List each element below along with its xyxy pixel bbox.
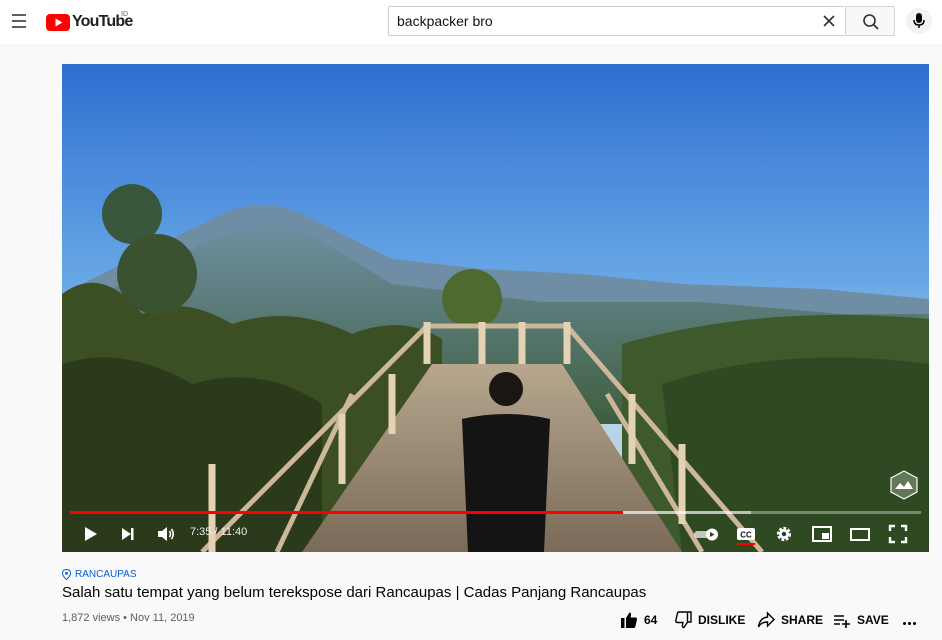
autoplay-toggle[interactable] [692, 522, 722, 546]
progress-bar[interactable] [70, 511, 921, 514]
autoplay-toggle-icon [694, 528, 718, 541]
next-icon [122, 528, 134, 540]
mic-icon [913, 13, 925, 28]
save-button[interactable]: SAVE [833, 608, 889, 632]
share-button[interactable]: SHARE [757, 608, 823, 632]
play-button[interactable] [78, 522, 104, 546]
search-input[interactable] [389, 7, 825, 35]
captions-icon: CC [737, 528, 755, 545]
settings-button[interactable] [772, 522, 798, 546]
menu-icon[interactable] [8, 10, 30, 34]
play-icon [85, 527, 97, 541]
next-button[interactable] [116, 522, 142, 546]
like-count: 64 [644, 613, 658, 627]
miniplayer-icon [812, 526, 832, 542]
add-to-playlist-icon [834, 615, 850, 628]
video-title: Salah satu tempat yang belum terekspose … [62, 584, 647, 601]
svg-text:CC: CC [740, 531, 752, 540]
captions-button[interactable]: CC [734, 522, 760, 546]
location-label: RANCAUPAS [75, 569, 137, 580]
search-box [388, 6, 844, 36]
thumbs-up-icon [621, 612, 638, 628]
volume-icon [158, 527, 175, 541]
settings-icon [776, 526, 792, 542]
dislike-label: DISLIKE [698, 613, 746, 627]
dislike-button[interactable]: DISLIKE [674, 608, 745, 632]
video-frame [62, 64, 929, 552]
youtube-logo-icon [46, 13, 70, 31]
theater-icon [850, 528, 870, 541]
progress-played [70, 511, 624, 514]
clear-icon[interactable] [820, 12, 838, 30]
theater-button[interactable] [848, 522, 874, 546]
search-icon [863, 14, 879, 30]
video-player[interactable]: 7:35 / 11:40 CC [62, 64, 929, 552]
search-button[interactable] [845, 6, 895, 36]
share-label: SHARE [781, 613, 824, 627]
save-label: SAVE [857, 613, 889, 627]
video-meta: 1,872 views • Nov 11, 2019 [62, 612, 195, 624]
masthead: YouTube ID [0, 0, 942, 44]
share-icon [757, 611, 775, 628]
channel-watermark-icon[interactable] [888, 469, 920, 501]
location-pin-icon [62, 569, 71, 580]
fullscreen-icon [888, 524, 908, 544]
youtube-logo[interactable]: YouTube ID [46, 11, 133, 32]
miniplayer-button[interactable] [810, 522, 836, 546]
country-code: ID [121, 11, 128, 18]
fullscreen-button[interactable] [886, 522, 912, 546]
more-actions-icon[interactable] [902, 612, 924, 630]
thumbs-down-icon [675, 611, 692, 629]
like-button[interactable]: 64 [620, 608, 657, 632]
time-display: 7:35 / 11:40 [190, 526, 248, 538]
mic-button[interactable] [906, 8, 932, 34]
location-link[interactable]: RANCAUPAS [62, 569, 137, 580]
volume-button[interactable] [154, 522, 180, 546]
